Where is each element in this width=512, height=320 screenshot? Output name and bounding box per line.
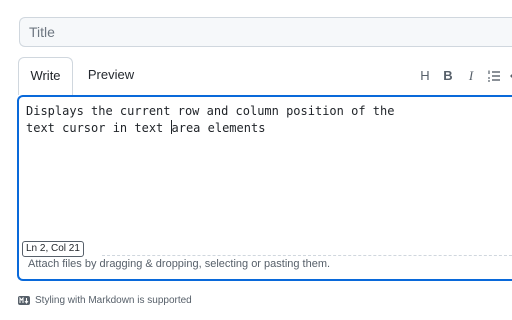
heading-button[interactable]: H: [416, 67, 434, 85]
comment-textarea[interactable]: Displays the current row and column posi…: [17, 95, 512, 281]
text-line-2-before-cursor: text cursor in text: [26, 121, 171, 135]
bold-button[interactable]: B: [439, 67, 457, 85]
ordered-list-icon: [488, 70, 500, 82]
markdown-footer: Styling with Markdown is supported: [18, 293, 192, 307]
tab-write[interactable]: Write: [18, 57, 73, 95]
italic-button[interactable]: I: [462, 67, 480, 85]
editor-tabs: Write Preview H B I: [17, 57, 512, 95]
textarea-content[interactable]: Displays the current row and column posi…: [26, 103, 512, 137]
ordered-list-button[interactable]: [485, 67, 503, 85]
attach-hint: Attach files by dragging & dropping, sel…: [28, 258, 331, 270]
code-button[interactable]: [508, 67, 512, 85]
markdown-icon: [18, 295, 30, 305]
tab-preview[interactable]: Preview: [79, 57, 143, 95]
markdown-support-link[interactable]: Styling with Markdown is supported: [35, 295, 192, 306]
heading-icon: H: [420, 68, 430, 83]
text-line-1: Displays the current row and column posi…: [26, 104, 395, 118]
italic-icon: I: [468, 68, 474, 83]
bold-icon: B: [443, 68, 453, 83]
title-input[interactable]: [19, 17, 512, 47]
text-line-2-after-cursor: area elements: [171, 121, 266, 135]
file-attachment-bar[interactable]: Attach files by dragging & dropping, sel…: [19, 255, 512, 279]
